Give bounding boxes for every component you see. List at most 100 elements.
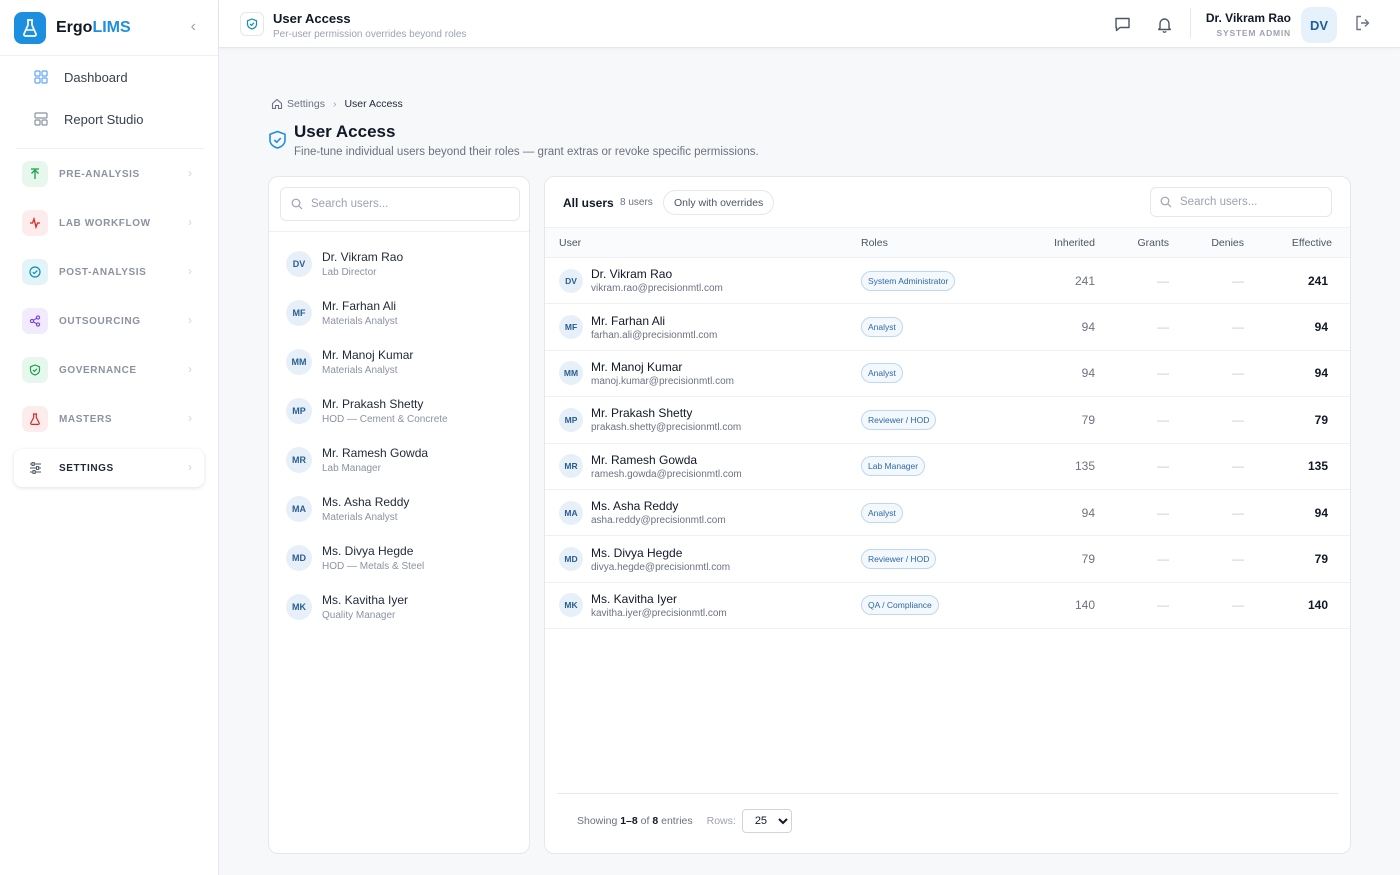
- brand-name[interactable]: ErgoLIMS: [56, 19, 131, 37]
- users-table: User Roles Inherited Grants Denies Effec…: [545, 227, 1350, 629]
- table-row[interactable]: MF Mr. Farhan Ali farhan.ali@precisionmtl.…: [545, 304, 1350, 351]
- showing-of: of: [640, 814, 650, 827]
- list-item[interactable]: MA Ms. Asha Reddy Materials Analyst: [269, 484, 529, 533]
- effective-count: 135: [1307, 459, 1328, 474]
- message-icon[interactable]: [1112, 14, 1132, 34]
- current-user-name: Dr. Vikram Rao: [1205, 11, 1291, 25]
- table-row[interactable]: MA Ms. Asha Reddy asha.reddy@precisionmtl.…: [545, 489, 1350, 536]
- list-item[interactable]: MK Ms. Kavitha Iyer Quality Manager: [269, 582, 529, 631]
- user-name: Mr. Manoj Kumar: [591, 359, 683, 374]
- nav-group-settings[interactable]: SETTINGS ›: [14, 449, 204, 487]
- inherited-count: 241: [1074, 273, 1095, 288]
- table-header: User Roles Inherited Grants Denies Effec…: [545, 227, 1350, 258]
- list-item[interactable]: MD Ms. Divya Hegde HOD — Metals & Steel: [269, 533, 529, 582]
- list-item[interactable]: MM Mr. Manoj Kumar Materials Analyst: [269, 337, 529, 386]
- avatar: MR: [559, 454, 583, 479]
- col-roles[interactable]: Roles: [845, 228, 1005, 258]
- home-icon[interactable]: [271, 98, 283, 110]
- chevron-right-icon: ›: [188, 460, 192, 474]
- list-item[interactable]: MP Mr. Prakash Shetty HOD — Cement & Concr…: [269, 386, 529, 435]
- table-row[interactable]: MK Ms. Kavitha Iyer kavitha.iyer@precision…: [545, 582, 1350, 629]
- breadcrumb-current: User Access: [344, 98, 403, 110]
- collapse-sidebar-icon[interactable]: ‹: [191, 18, 196, 36]
- sliders-icon: [22, 455, 48, 481]
- check-circle-icon: [22, 259, 48, 285]
- table-row[interactable]: MM Mr. Manoj Kumar manoj.kumar@precisionmt…: [545, 350, 1350, 397]
- nav-group-label: LAB WORKFLOW: [59, 217, 151, 229]
- user-email: kavitha.iyer@precisionmtl.com: [591, 607, 727, 619]
- rows-per-page-select[interactable]: 25: [741, 808, 792, 833]
- breadcrumb-settings[interactable]: Settings: [287, 98, 325, 110]
- inherited-count: 135: [1074, 459, 1095, 474]
- table-row[interactable]: MR Mr. Ramesh Gowda ramesh.gowda@precision…: [545, 443, 1350, 490]
- divider: [1190, 8, 1191, 38]
- grants-count: —: [1157, 320, 1169, 335]
- nav-group-pre-analysis[interactable]: PRE-ANALYSIS ›: [14, 155, 204, 193]
- inherited-count: 94: [1081, 505, 1095, 520]
- current-user[interactable]: Dr. Vikram Rao SYSTEM ADMIN: [1206, 11, 1291, 38]
- shield-icon: [22, 357, 48, 383]
- table-toolbar: All users 8 users Only with overrides: [545, 177, 1350, 227]
- table-search[interactable]: [1150, 187, 1332, 217]
- user-name: Ms. Divya Hegde: [322, 543, 414, 558]
- list-item[interactable]: MF Mr. Farhan Ali Materials Analyst: [269, 288, 529, 337]
- chevron-right-icon: ›: [188, 362, 192, 376]
- grid-icon: [34, 70, 48, 84]
- search-input[interactable]: [311, 198, 501, 210]
- col-effective[interactable]: Effective: [1244, 228, 1350, 258]
- shield-icon: [240, 12, 264, 36]
- grants-count: —: [1157, 366, 1169, 381]
- nav-group-outsourcing[interactable]: OUTSOURCING ›: [14, 302, 204, 340]
- denies-count: —: [1232, 273, 1244, 288]
- list-item[interactable]: DV Dr. Vikram Rao Lab Director: [269, 239, 529, 288]
- table-row[interactable]: MP Mr. Prakash Shetty prakash.shetty@preci…: [545, 397, 1350, 444]
- role-badge: Reviewer / HOD: [861, 549, 937, 570]
- col-grants[interactable]: Grants: [1095, 228, 1169, 258]
- avatar[interactable]: DV: [1301, 7, 1337, 43]
- grants-count: —: [1157, 273, 1169, 288]
- nav-label: Dashboard: [64, 69, 128, 85]
- user-subtitle: Quality Manager: [322, 609, 396, 621]
- chevron-right-icon: ›: [188, 264, 192, 278]
- col-user[interactable]: User: [545, 228, 845, 258]
- avatar: MA: [286, 495, 312, 522]
- table-row[interactable]: MD Ms. Divya Hegde divya.hegde@precisionmt…: [545, 536, 1350, 583]
- tab-all-users[interactable]: All users: [563, 196, 614, 210]
- rows-label: Rows:: [706, 814, 736, 827]
- nav-group-lab-workflow[interactable]: LAB WORKFLOW ›: [14, 204, 204, 242]
- nav-group-label: SETTINGS: [59, 462, 114, 474]
- role-badge: System Administrator: [861, 270, 956, 291]
- bell-icon[interactable]: [1154, 14, 1174, 34]
- nav-group-masters[interactable]: MASTERS ›: [14, 400, 204, 438]
- nav-report-studio[interactable]: Report Studio: [0, 98, 218, 140]
- col-denies[interactable]: Denies: [1169, 228, 1244, 258]
- chevron-right-icon: ›: [332, 98, 337, 110]
- effective-count: 140: [1307, 598, 1328, 613]
- page-title: User Access: [294, 122, 396, 141]
- denies-count: —: [1232, 598, 1244, 613]
- grants-count: —: [1157, 459, 1169, 474]
- col-inherited[interactable]: Inherited: [1005, 228, 1095, 258]
- effective-count: 79: [1314, 552, 1328, 567]
- denies-count: —: [1232, 320, 1244, 335]
- user-name: Mr. Prakash Shetty: [591, 406, 693, 421]
- role-badge: Analyst: [861, 363, 903, 384]
- list-item[interactable]: MR Mr. Ramesh Gowda Lab Manager: [269, 435, 529, 484]
- user-name: Ms. Asha Reddy: [322, 494, 410, 509]
- table-row[interactable]: DV Dr. Vikram Rao vikram.rao@precisionmtl.…: [545, 258, 1350, 304]
- user-name: Mr. Ramesh Gowda: [591, 452, 698, 467]
- filter-overrides-chip[interactable]: Only with overrides: [663, 190, 775, 215]
- showing-total: 8: [652, 814, 659, 827]
- search-input[interactable]: [1180, 196, 1320, 208]
- user-search[interactable]: [280, 187, 520, 221]
- inherited-count: 79: [1081, 552, 1095, 567]
- user-email: farhan.ali@precisionmtl.com: [591, 329, 718, 341]
- nav-dashboard[interactable]: Dashboard: [0, 56, 218, 98]
- logout-icon[interactable]: [1354, 14, 1374, 34]
- nav-group-governance[interactable]: GOVERNANCE ›: [14, 351, 204, 389]
- user-name: Dr. Vikram Rao: [591, 267, 673, 282]
- user-count: 8 users: [620, 197, 653, 208]
- nav-group-post-analysis[interactable]: POST-ANALYSIS ›: [14, 253, 204, 291]
- user-name: Mr. Manoj Kumar: [322, 347, 414, 362]
- denies-count: —: [1232, 552, 1244, 567]
